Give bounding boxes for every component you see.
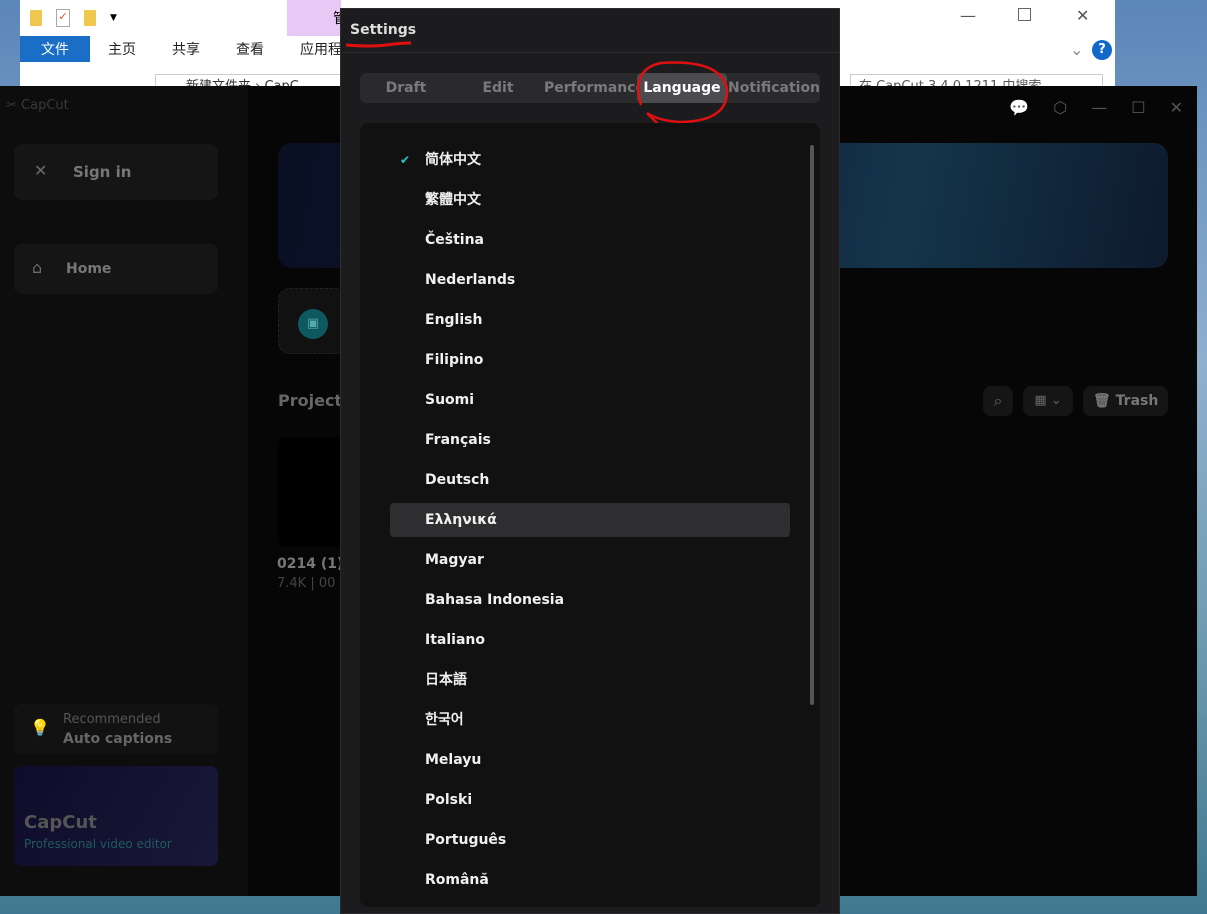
language-option[interactable]: Čeština	[390, 223, 790, 257]
properties-icon[interactable]: ✓	[56, 9, 70, 27]
language-label: Deutsch	[425, 472, 490, 488]
language-label: Suomi	[425, 392, 475, 408]
help-icon[interactable]: ?	[1092, 40, 1112, 60]
tab-draft[interactable]: Draft	[360, 73, 452, 103]
ribbon-tabs: 文件 主页 共享 查看 应用程	[20, 36, 360, 62]
window-controls: 💬 ⬡ — ☐ ✕	[1009, 98, 1183, 117]
recommended-auto-captions[interactable]: 💡 Recommended Auto captions	[14, 704, 218, 754]
language-list: ✔ 简体中文繁體中文 Čeština Nederlands English Filipin…	[360, 123, 820, 907]
language-option[interactable]: Magyar	[390, 543, 790, 577]
search-button[interactable]: ⌕	[983, 386, 1013, 416]
language-label: 繁體中文	[425, 192, 481, 208]
scrollbar[interactable]	[810, 145, 814, 705]
language-option[interactable]: 한국어	[390, 703, 790, 737]
grid-icon: ▦	[1034, 393, 1047, 408]
home-icon: ⌂	[32, 258, 43, 277]
new-folder-icon[interactable]	[84, 10, 96, 26]
ribbon-tab-file[interactable]: 文件	[20, 36, 90, 62]
sidebar-item-home[interactable]: ⌂ Home	[14, 244, 218, 294]
app-logo: ✂ CapCut	[6, 98, 69, 113]
tab-performance[interactable]: Performance	[544, 73, 645, 103]
language-label: 日本語	[425, 672, 467, 688]
language-label: Melayu	[425, 752, 482, 768]
language-label: Português	[425, 832, 507, 848]
search-icon: ⌕	[993, 391, 1003, 410]
tab-language[interactable]: Language	[637, 73, 727, 103]
language-option[interactable]: English	[390, 303, 790, 337]
tab-edit[interactable]: Edit	[452, 73, 544, 103]
language-label: Français	[425, 432, 491, 448]
ribbon-tab-view[interactable]: 查看	[218, 36, 282, 62]
dialog-title: Settings	[350, 22, 417, 38]
lightbulb-icon: 💡	[30, 718, 50, 737]
customize-dropdown-icon[interactable]: ▼	[110, 13, 117, 23]
close-icon[interactable]: ✕	[1076, 6, 1089, 25]
close-icon[interactable]: ✕	[1170, 98, 1183, 117]
language-label: 한국어	[425, 712, 464, 728]
maximize-icon[interactable]: ☐	[1131, 98, 1145, 117]
language-label: Română	[425, 872, 489, 888]
trash-icon: 🗑	[1093, 393, 1111, 409]
ribbon-tab-share[interactable]: 共享	[154, 36, 218, 62]
language-option[interactable]: 繁體中文	[390, 183, 790, 217]
language-option[interactable]: Polski	[390, 783, 790, 817]
language-label: Čeština	[425, 232, 485, 248]
language-option[interactable]: Português	[390, 823, 790, 857]
language-label: English	[425, 312, 483, 328]
language-option[interactable]: Filipino	[390, 343, 790, 377]
ribbon-tab-home[interactable]: 主页	[90, 36, 154, 62]
sign-in-button[interactable]: ✕ Sign in	[14, 144, 218, 200]
view-toggle-button[interactable]: ▦ ⌄	[1023, 386, 1073, 416]
language-label: Bahasa Indonesia	[425, 592, 565, 608]
project-meta: 7.4K | 00	[277, 576, 336, 591]
language-option[interactable]: Ελληνικά	[390, 503, 790, 537]
tab-notification[interactable]: Notification	[728, 73, 820, 103]
chevron-down-icon[interactable]: ⌄	[1070, 40, 1083, 59]
language-option[interactable]: Italiano	[390, 623, 790, 657]
language-option[interactable]: 日本語	[390, 663, 790, 697]
language-option[interactable]: Bahasa Indonesia	[390, 583, 790, 617]
language-label: Nederlands	[425, 272, 516, 288]
image-icon: ▣	[298, 309, 328, 339]
manage-tab[interactable]: 管	[287, 0, 347, 36]
check-icon: ✔	[400, 153, 411, 167]
sidebar: ✂ CapCut ✕ Sign in ⌂ Home 💡 Recommended …	[0, 86, 248, 896]
minimize-icon[interactable]: —	[960, 6, 976, 25]
feedback-icon[interactable]: 💬	[1009, 98, 1029, 117]
language-option[interactable]: Melayu	[390, 743, 790, 777]
maximize-icon[interactable]	[1018, 8, 1031, 21]
project-name: 0214 (1)	[277, 556, 344, 572]
language-label: Italiano	[425, 632, 485, 648]
settings-icon[interactable]: ⬡	[1053, 98, 1067, 117]
language-option[interactable]: Français	[390, 423, 790, 457]
language-label: Filipino	[425, 352, 484, 368]
language-option[interactable]: ✔ 简体中文	[390, 143, 790, 177]
language-label: Polski	[425, 792, 473, 808]
language-option[interactable]: Română	[390, 863, 790, 897]
capcut-logo-icon: ✂	[6, 98, 17, 113]
settings-dialog: Settings Draft Edit Performance Language…	[340, 8, 840, 914]
trash-button[interactable]: 🗑 Trash	[1083, 386, 1168, 416]
promo-banner[interactable]: CapCut Professional video editor	[14, 766, 218, 866]
language-label: 简体中文	[425, 152, 481, 168]
folder-icon[interactable]	[30, 10, 42, 26]
create-project-card[interactable]: ▣	[278, 288, 348, 354]
minimize-icon[interactable]: —	[1091, 98, 1107, 117]
project-thumbnail[interactable]	[278, 437, 348, 547]
divider	[341, 52, 839, 53]
chevron-down-icon: ⌄	[1050, 393, 1062, 408]
language-label: Magyar	[425, 552, 484, 568]
language-option[interactable]: Nederlands	[390, 263, 790, 297]
settings-tabs: Draft Edit Performance Language Notifica…	[360, 73, 820, 103]
language-option[interactable]: Deutsch	[390, 463, 790, 497]
language-option[interactable]: Suomi	[390, 383, 790, 417]
quick-access-toolbar: ✓ ▼	[30, 8, 117, 28]
language-label: Ελληνικά	[425, 512, 497, 528]
user-icon: ✕	[34, 161, 48, 180]
